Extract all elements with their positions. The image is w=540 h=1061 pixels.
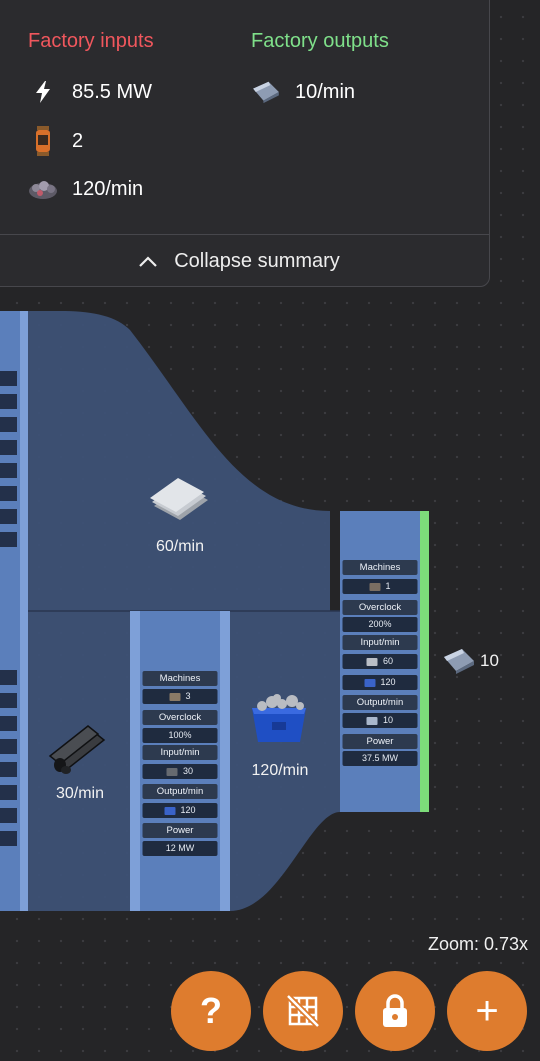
input-value-2: 120 — [342, 675, 418, 690]
stub-cell — [0, 762, 17, 777]
stub-cell — [0, 532, 17, 547]
input-value: 30 — [142, 764, 218, 779]
plus-icon: + — [475, 989, 499, 1033]
steel-sheet-icon — [150, 478, 208, 520]
raw-ore-icon — [28, 174, 58, 204]
plate-item-icon — [366, 716, 378, 725]
output-row-plate: 10/min — [251, 77, 355, 107]
scrap-bin-icon — [364, 678, 376, 687]
grid-off-icon — [285, 993, 321, 1029]
node-left-edge — [20, 311, 28, 911]
node-mid-edge-left — [130, 611, 140, 911]
input-row-ore: 120/min — [28, 174, 143, 204]
help-button[interactable]: ? — [171, 971, 251, 1051]
lock-button[interactable] — [355, 971, 435, 1051]
node-mid[interactable]: Machines 3 Overclock 100% Input/min 30 O… — [140, 611, 220, 911]
scrap-bin-icon — [252, 694, 306, 742]
stub-cell — [0, 693, 17, 708]
power-icon — [28, 77, 58, 107]
input-label: Input/min — [342, 635, 418, 650]
flow-scrap-rate: 120/min — [251, 762, 309, 779]
somersloop-icon — [28, 126, 58, 156]
toggle-grid-button[interactable] — [263, 971, 343, 1051]
input-value-power: 85.5 MW — [72, 80, 153, 103]
overclock-label: Overclock — [142, 710, 218, 725]
power-value: 37.5 MW — [342, 751, 418, 766]
machines-label: Machines — [142, 671, 218, 686]
plate-item-icon — [444, 649, 474, 674]
node-right-output-bar — [420, 511, 429, 812]
plate-item-icon — [251, 77, 281, 107]
node-right[interactable]: Machines 1 Overclock 200% Input/min 60 1… — [340, 511, 420, 812]
collapse-summary-button[interactable]: Collapse summary — [0, 235, 489, 287]
input-value-somersloop: 2 — [72, 129, 84, 152]
power-label: Power — [142, 823, 218, 838]
lock-icon — [383, 994, 407, 1027]
flow-pipes-rate: 30/min — [55, 785, 105, 802]
power-label: Power — [342, 734, 418, 749]
refinery-icon — [369, 582, 381, 591]
pipe-mill-icon — [169, 692, 181, 701]
output-label: Output/min — [142, 784, 218, 799]
power-value: 12 MW — [142, 841, 218, 856]
stub-cell — [0, 440, 17, 455]
stub-cell — [0, 670, 17, 685]
steel-pipe-icon — [48, 725, 106, 774]
overclock-value: 100% — [142, 728, 218, 743]
output-value: 10 — [342, 713, 418, 728]
stub-cell — [0, 394, 17, 409]
machines-label: Machines — [342, 560, 418, 575]
flow-sheets-rate: 60/min — [155, 538, 205, 555]
flow-scrap — [230, 611, 340, 911]
output-rate: 10 — [480, 651, 499, 670]
inputs-title: Factory inputs — [28, 30, 154, 52]
zoom-level: Zoom: 0.73x — [427, 934, 528, 954]
output-label: Output/min — [342, 695, 418, 710]
stub-cell — [0, 785, 17, 800]
stub-cell — [0, 808, 17, 823]
stub-cell — [0, 417, 17, 432]
scrap-bin-icon — [164, 806, 176, 815]
output-value-plate: 10/min — [295, 80, 356, 103]
help-icon: ? — [200, 990, 222, 1031]
machines-count: 1 — [342, 579, 418, 594]
stub-cell — [0, 831, 17, 846]
pipe-item-icon — [166, 767, 178, 776]
node-mid-edge-right — [220, 611, 230, 911]
input-value-ore: 120/min — [72, 177, 144, 200]
collapse-summary-label: Collapse summary — [174, 249, 340, 272]
add-button[interactable]: + — [447, 971, 527, 1051]
flow-sheets — [28, 311, 330, 611]
stub-cell — [0, 739, 17, 754]
overclock-value: 200% — [342, 617, 418, 632]
stub-cell — [0, 509, 17, 524]
input-row-power: 85.5 MW — [28, 77, 152, 107]
output-value: 120 — [142, 803, 218, 818]
chevron-up-icon — [139, 256, 157, 267]
factory-summary-panel: Factory inputs Factory outputs 85.5 MW 2 — [0, 0, 490, 287]
input-value-1: 60 — [342, 654, 418, 669]
input-label: Input/min — [142, 745, 218, 760]
overclock-label: Overclock — [342, 600, 418, 615]
stub-cell — [0, 463, 17, 478]
sheet-item-icon — [366, 657, 378, 666]
stub-cell — [0, 716, 17, 731]
stub-cell — [0, 486, 17, 501]
stub-cell — [0, 371, 17, 386]
machines-count: 3 — [142, 689, 218, 704]
input-row-somersloop: 2 — [28, 126, 83, 156]
outputs-title: Factory outputs — [251, 30, 389, 52]
